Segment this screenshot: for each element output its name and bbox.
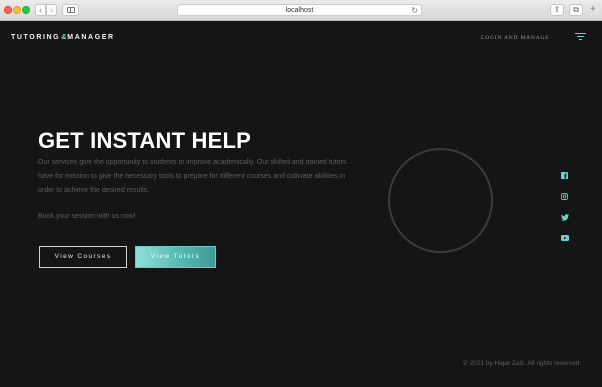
twitter-icon[interactable] xyxy=(561,214,569,222)
page-content: TUTORING&MANAGER LOGIN AND MANAGE GET IN… xyxy=(0,21,602,387)
back-button[interactable]: ‹ xyxy=(35,4,46,16)
chevron-right-icon: › xyxy=(50,5,53,15)
sidebar-icon xyxy=(67,7,75,13)
site-logo[interactable]: TUTORING&MANAGER xyxy=(11,34,115,41)
new-tab-button[interactable]: + xyxy=(590,5,596,15)
logo-text-left: TUTORING xyxy=(11,34,61,41)
sidebar-toggle-button[interactable] xyxy=(62,4,79,16)
forward-button[interactable]: › xyxy=(46,4,57,16)
youtube-icon[interactable] xyxy=(561,235,569,243)
hero-description: Our services give the opportunity to stu… xyxy=(38,159,347,194)
facebook-icon[interactable] xyxy=(561,172,569,180)
address-bar[interactable]: localhost ↻ xyxy=(177,4,422,16)
browser-toolbar: ‹ › localhost ↻ ⇪ ⧉ + xyxy=(0,0,602,21)
close-window-button[interactable] xyxy=(4,6,12,14)
url-text: localhost xyxy=(285,7,314,14)
share-button[interactable]: ⇪ xyxy=(550,4,564,16)
logo-mark: & xyxy=(61,34,67,41)
decorative-circle xyxy=(388,148,493,253)
tabs-icon: ⧉ xyxy=(573,5,579,14)
hero-cta-text: Book your session with us now! xyxy=(38,213,136,220)
hero-title: GET INSTANT HELP xyxy=(38,128,252,153)
login-link[interactable]: LOGIN AND MANAGE xyxy=(481,35,549,41)
chevron-left-icon: ‹ xyxy=(39,5,42,15)
footer-copyright: © 2021 by Hajar Zaiz. All rights reserve… xyxy=(463,360,582,367)
plus-icon: + xyxy=(590,4,596,15)
view-tutors-button[interactable]: View Tutors xyxy=(135,246,216,268)
show-tabs-button[interactable]: ⧉ xyxy=(569,4,583,16)
logo-text-right: MANAGER xyxy=(67,34,115,41)
reload-icon[interactable]: ↻ xyxy=(411,5,418,16)
share-icon: ⇪ xyxy=(553,5,561,14)
view-courses-button[interactable]: View Courses xyxy=(39,246,127,268)
minimize-window-button[interactable] xyxy=(13,6,21,14)
menu-icon[interactable] xyxy=(575,33,586,41)
instagram-icon[interactable] xyxy=(561,193,569,201)
fullscreen-window-button[interactable] xyxy=(22,6,30,14)
